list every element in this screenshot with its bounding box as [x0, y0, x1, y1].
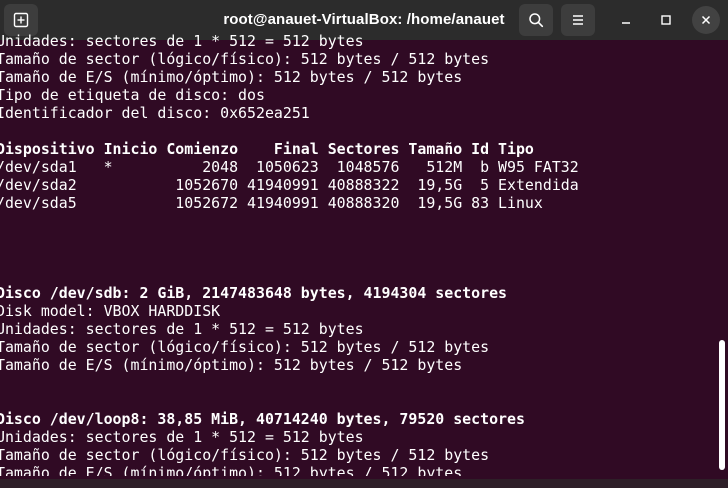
terminal-line: /dev/sda5 1052672 41940991 40888320 19,5… [0, 194, 543, 212]
terminal-line: Tamaño de sector (lógico/físico): 512 by… [0, 50, 490, 68]
search-icon [529, 13, 544, 28]
terminal-line: Tipo de etiqueta de disco: dos [0, 86, 265, 104]
new-tab-icon [13, 12, 29, 28]
terminal-line: Disco /dev/loop8: 38,85 MiB, 40714240 by… [0, 410, 525, 428]
bottom-edge [0, 479, 728, 488]
scrollbar-thumb[interactable] [719, 340, 725, 470]
maximize-icon [661, 15, 671, 25]
maximize-button[interactable] [652, 6, 680, 34]
terminal-line: Tamaño de sector (lógico/físico): 512 by… [0, 446, 490, 464]
close-icon [701, 15, 711, 25]
close-button[interactable] [692, 6, 720, 34]
terminal-line: Unidades: sectores de 1 * 512 = 512 byte… [0, 428, 364, 446]
terminal-line: Disco /dev/sdb: 2 GiB, 2147483648 bytes,… [0, 284, 508, 302]
terminal-line: Disk model: VBOX HARDDISK [0, 302, 221, 320]
minimize-button[interactable] [612, 6, 640, 34]
terminal-line: Dispositivo Inicio Comienzo Final Sector… [0, 140, 534, 158]
terminal-line: Unidades: sectores de 1 * 512 = 512 byte… [0, 32, 364, 50]
terminal-output[interactable]: Unidades: sectores de 1 * 512 = 512 byte… [0, 32, 712, 476]
terminal-window: root@anauet-VirtualBox: /home/anauet Uni… [0, 0, 728, 488]
terminal-line: /dev/sda2 1052670 41940991 40888322 19,5… [0, 176, 579, 194]
hamburger-menu-icon [573, 15, 583, 25]
minimize-icon [622, 22, 630, 24]
terminal-line: Tamaño de E/S (mínimo/óptimo): 512 bytes… [0, 68, 463, 86]
terminal-line: Tamaño de sector (lógico/físico): 512 by… [0, 338, 490, 356]
terminal-line: /dev/sda1 * 2048 1050623 1048576 512M b … [0, 158, 579, 176]
terminal-line: Tamaño de E/S (mínimo/óptimo): 512 bytes… [0, 464, 463, 476]
terminal-line: Unidades: sectores de 1 * 512 = 512 byte… [0, 320, 364, 338]
terminal-line: Tamaño de E/S (mínimo/óptimo): 512 bytes… [0, 356, 463, 374]
terminal-line: Identificador del disco: 0x652ea251 [0, 104, 310, 122]
